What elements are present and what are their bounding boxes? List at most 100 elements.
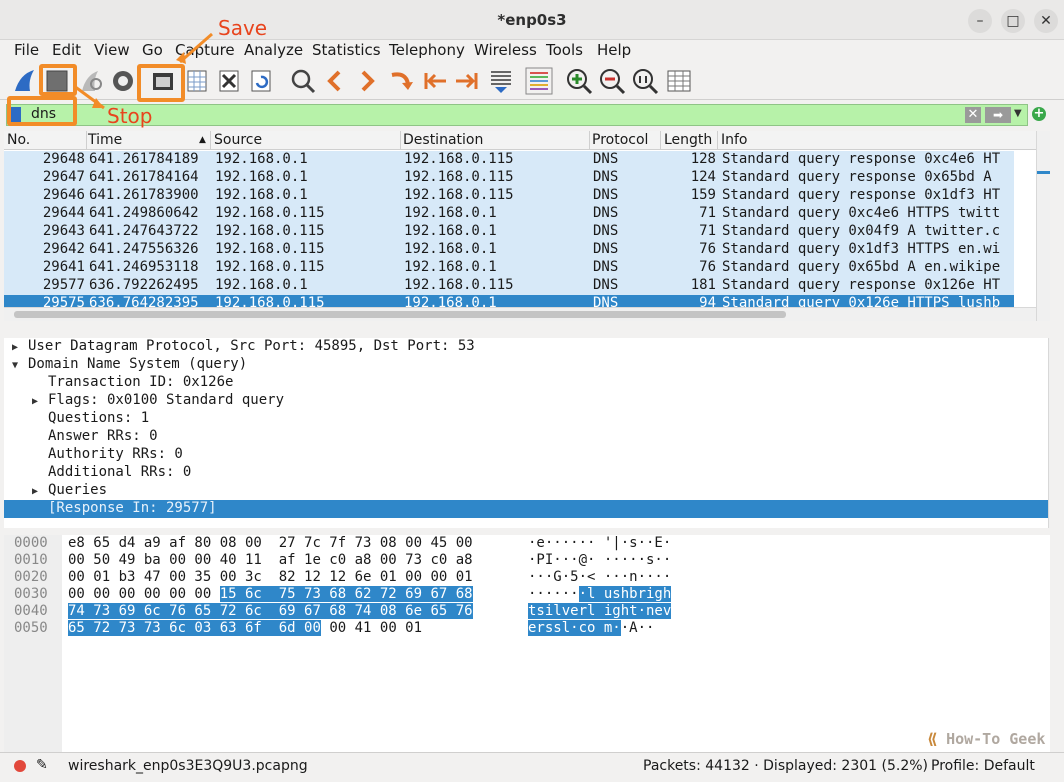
packet-row[interactable]: 29577 636.792262495 192.168.0.1 192.168.0.1… xyxy=(4,277,1014,295)
normal-size-icon[interactable] xyxy=(630,66,660,96)
packet-cell-len: 71 xyxy=(699,205,716,221)
colorize-icon[interactable] xyxy=(524,66,554,96)
first-packet-icon[interactable] xyxy=(420,66,450,96)
hex-row[interactable]: 00 00 00 00 00 00 15 6c 75 73 68 62 72 6… xyxy=(68,586,473,603)
packet-row[interactable]: 29646 641.261783900 192.168.0.1 192.168.0.1… xyxy=(4,187,1014,205)
detail-authority-rrs[interactable]: Authority RRs: 0 xyxy=(48,446,183,464)
hex-row[interactable]: 74 73 69 6c 76 65 72 6c 69 67 68 74 08 6… xyxy=(68,603,473,620)
capture-comments-icon[interactable]: ✎ xyxy=(36,757,48,773)
packet-cell-dst: 192.168.0.1 xyxy=(404,259,497,275)
collapse-caret-icon[interactable]: ▼ xyxy=(12,360,18,371)
previous-packet-icon[interactable] xyxy=(320,66,350,96)
expand-caret-icon[interactable]: ▶ xyxy=(32,396,38,407)
packet-cell-src: 192.168.0.115 xyxy=(215,259,325,275)
column-protocol[interactable]: Protocol xyxy=(592,132,648,148)
packet-cell-len: 124 xyxy=(690,169,716,185)
add-filter-button-plus-icon[interactable]: + xyxy=(1032,107,1046,121)
auto-scroll-icon[interactable] xyxy=(486,66,516,96)
close-button[interactable]: ✕ xyxy=(1034,9,1058,33)
packet-list-scrollbar[interactable] xyxy=(1036,131,1050,321)
packet-cell-no: 29647 xyxy=(42,169,85,185)
menu-help[interactable]: Help xyxy=(597,41,631,59)
ascii-row[interactable]: erssl·co m··A·· xyxy=(528,620,654,637)
resize-columns-icon[interactable] xyxy=(664,66,694,96)
detail-questions[interactable]: Questions: 1 xyxy=(48,410,149,428)
offset-0000: 0000 xyxy=(14,535,48,551)
packet-list: No. Time ▲ Source Destination Protocol L… xyxy=(4,131,1050,321)
capture-status-icon[interactable] xyxy=(14,760,26,772)
packet-cell-info: Standard query response 0xc4e6 HT xyxy=(722,151,1001,167)
filter-history-chevron-down-icon[interactable]: ▼ xyxy=(1014,108,1022,119)
column-destination[interactable]: Destination xyxy=(403,132,483,148)
howtogeek-watermark: ⟪ How-To Geek xyxy=(928,730,1046,748)
wireshark-window: *enp0s3 – □ ✕ File Edit View Go Capture … xyxy=(0,0,1064,782)
zoom-in-icon[interactable] xyxy=(564,66,594,96)
ascii-row[interactable]: ·e······ '|·s··E· xyxy=(528,535,671,552)
menu-statistics[interactable]: Statistics xyxy=(312,41,381,59)
detail-udp[interactable]: User Datagram Protocol, Src Port: 45895,… xyxy=(28,338,475,356)
minimize-button[interactable]: – xyxy=(968,9,992,33)
ascii-row[interactable]: tsilverl ight·nev xyxy=(528,603,672,620)
detail-dns[interactable]: Domain Name System (query) xyxy=(28,356,247,374)
detail-transaction-id[interactable]: Transaction ID: 0x126e xyxy=(48,374,233,392)
packet-cell-proto: DNS xyxy=(593,259,619,275)
go-to-packet-icon[interactable] xyxy=(386,66,416,96)
packet-row[interactable]: 29642 641.247556326 192.168.0.115 192.168.0… xyxy=(4,241,1014,259)
packet-cell-info: Standard query 0x65bd A en.wikipe xyxy=(722,259,1001,275)
ascii-row[interactable]: ·······l ushbrigh xyxy=(528,586,672,603)
packet-cell-time: 641.261784164 xyxy=(89,169,199,185)
hex-row[interactable]: 00 50 49 ba 00 00 40 11 af 1e c0 a8 00 7… xyxy=(68,552,473,569)
packet-cell-info: Standard query 0x1df3 HTTPS en.wi xyxy=(722,241,1001,257)
ascii-row[interactable]: ·PI···@· ·····s·· xyxy=(528,552,671,569)
packet-cell-src: 192.168.0.115 xyxy=(215,205,325,221)
column-info[interactable]: Info xyxy=(721,132,748,148)
column-length[interactable]: Length xyxy=(664,132,712,148)
scroll-position-marker xyxy=(1037,171,1050,174)
menu-tools[interactable]: Tools xyxy=(546,41,583,59)
packet-counts: Packets: 44132 · Displayed: 2301 (5.2%) xyxy=(643,758,928,774)
menu-telephony[interactable]: Telephony xyxy=(389,41,465,59)
hex-row[interactable]: 00 01 b3 47 00 35 00 3c 82 12 12 6e 01 0… xyxy=(68,569,473,586)
detail-flags[interactable]: Flags: 0x0100 Standard query xyxy=(48,392,284,410)
packet-cell-len: 159 xyxy=(690,187,716,203)
last-packet-icon[interactable] xyxy=(452,66,482,96)
packet-cell-src: 192.168.0.1 xyxy=(215,169,308,185)
packet-cell-proto: DNS xyxy=(593,277,619,293)
packet-cell-time: 641.249860642 xyxy=(89,205,199,221)
expand-caret-icon[interactable]: ▶ xyxy=(12,342,18,353)
clear-filter-icon[interactable]: ✕ xyxy=(965,107,981,123)
packet-row[interactable]: 29641 641.246953118 192.168.0.115 192.168.0… xyxy=(4,259,1014,277)
next-packet-icon[interactable] xyxy=(352,66,382,96)
packet-cell-src: 192.168.0.115 xyxy=(215,241,325,257)
hscroll-thumb[interactable] xyxy=(14,311,786,318)
profile-label[interactable]: Profile: Default xyxy=(931,758,1035,774)
zoom-out-icon[interactable] xyxy=(597,66,627,96)
packet-cell-info: Standard query 0x04f9 A twitter.c xyxy=(722,223,1001,239)
packet-cell-time: 641.261784189 xyxy=(89,151,199,167)
ascii-row[interactable]: ···G·5·< ···n···· xyxy=(528,569,671,586)
packet-row[interactable]: 29647 641.261784164 192.168.0.1 192.168.0.1… xyxy=(4,169,1014,187)
offset-0040: 0040 xyxy=(14,603,48,619)
detail-queries[interactable]: Queries xyxy=(48,482,107,500)
packet-row[interactable]: 29648 641.261784189 192.168.0.1 192.168.0.1… xyxy=(4,151,1014,169)
packet-row[interactable]: 29644 641.249860642 192.168.0.115 192.168.0… xyxy=(4,205,1014,223)
details-scrollbar[interactable] xyxy=(1048,338,1050,528)
detail-response-in[interactable]: [Response In: 29577] xyxy=(4,500,1048,518)
packet-cell-info: Standard query response 0x126e HT xyxy=(722,277,1001,293)
expand-caret-icon[interactable]: ▶ xyxy=(32,486,38,497)
hex-row[interactable]: e8 65 d4 a9 af 80 08 00 27 7c 7f 73 08 0… xyxy=(68,535,473,552)
detail-additional-rrs[interactable]: Additional RRs: 0 xyxy=(48,464,191,482)
apply-filter-arrow-icon[interactable]: ➡ xyxy=(985,107,1011,123)
packet-cell-src: 192.168.0.1 xyxy=(215,151,308,167)
hex-row[interactable]: 65 72 73 73 6c 03 63 6f 6d 00 00 41 00 0… xyxy=(68,620,422,637)
packet-cell-src: 192.168.0.115 xyxy=(215,223,325,239)
packet-cell-time: 636.792262495 xyxy=(89,277,199,293)
detail-answer-rrs[interactable]: Answer RRs: 0 xyxy=(48,428,158,446)
packet-cell-dst: 192.168.0.1 xyxy=(404,205,497,221)
packet-list-hscrollbar[interactable] xyxy=(4,307,1036,321)
packet-cell-proto: DNS xyxy=(593,223,619,239)
packet-row[interactable]: 29643 641.247643722 192.168.0.115 192.168.0… xyxy=(4,223,1014,241)
menu-wireless[interactable]: Wireless xyxy=(474,41,537,59)
maximize-button[interactable]: □ xyxy=(1001,9,1025,33)
packet-cell-no: 29643 xyxy=(42,223,85,239)
